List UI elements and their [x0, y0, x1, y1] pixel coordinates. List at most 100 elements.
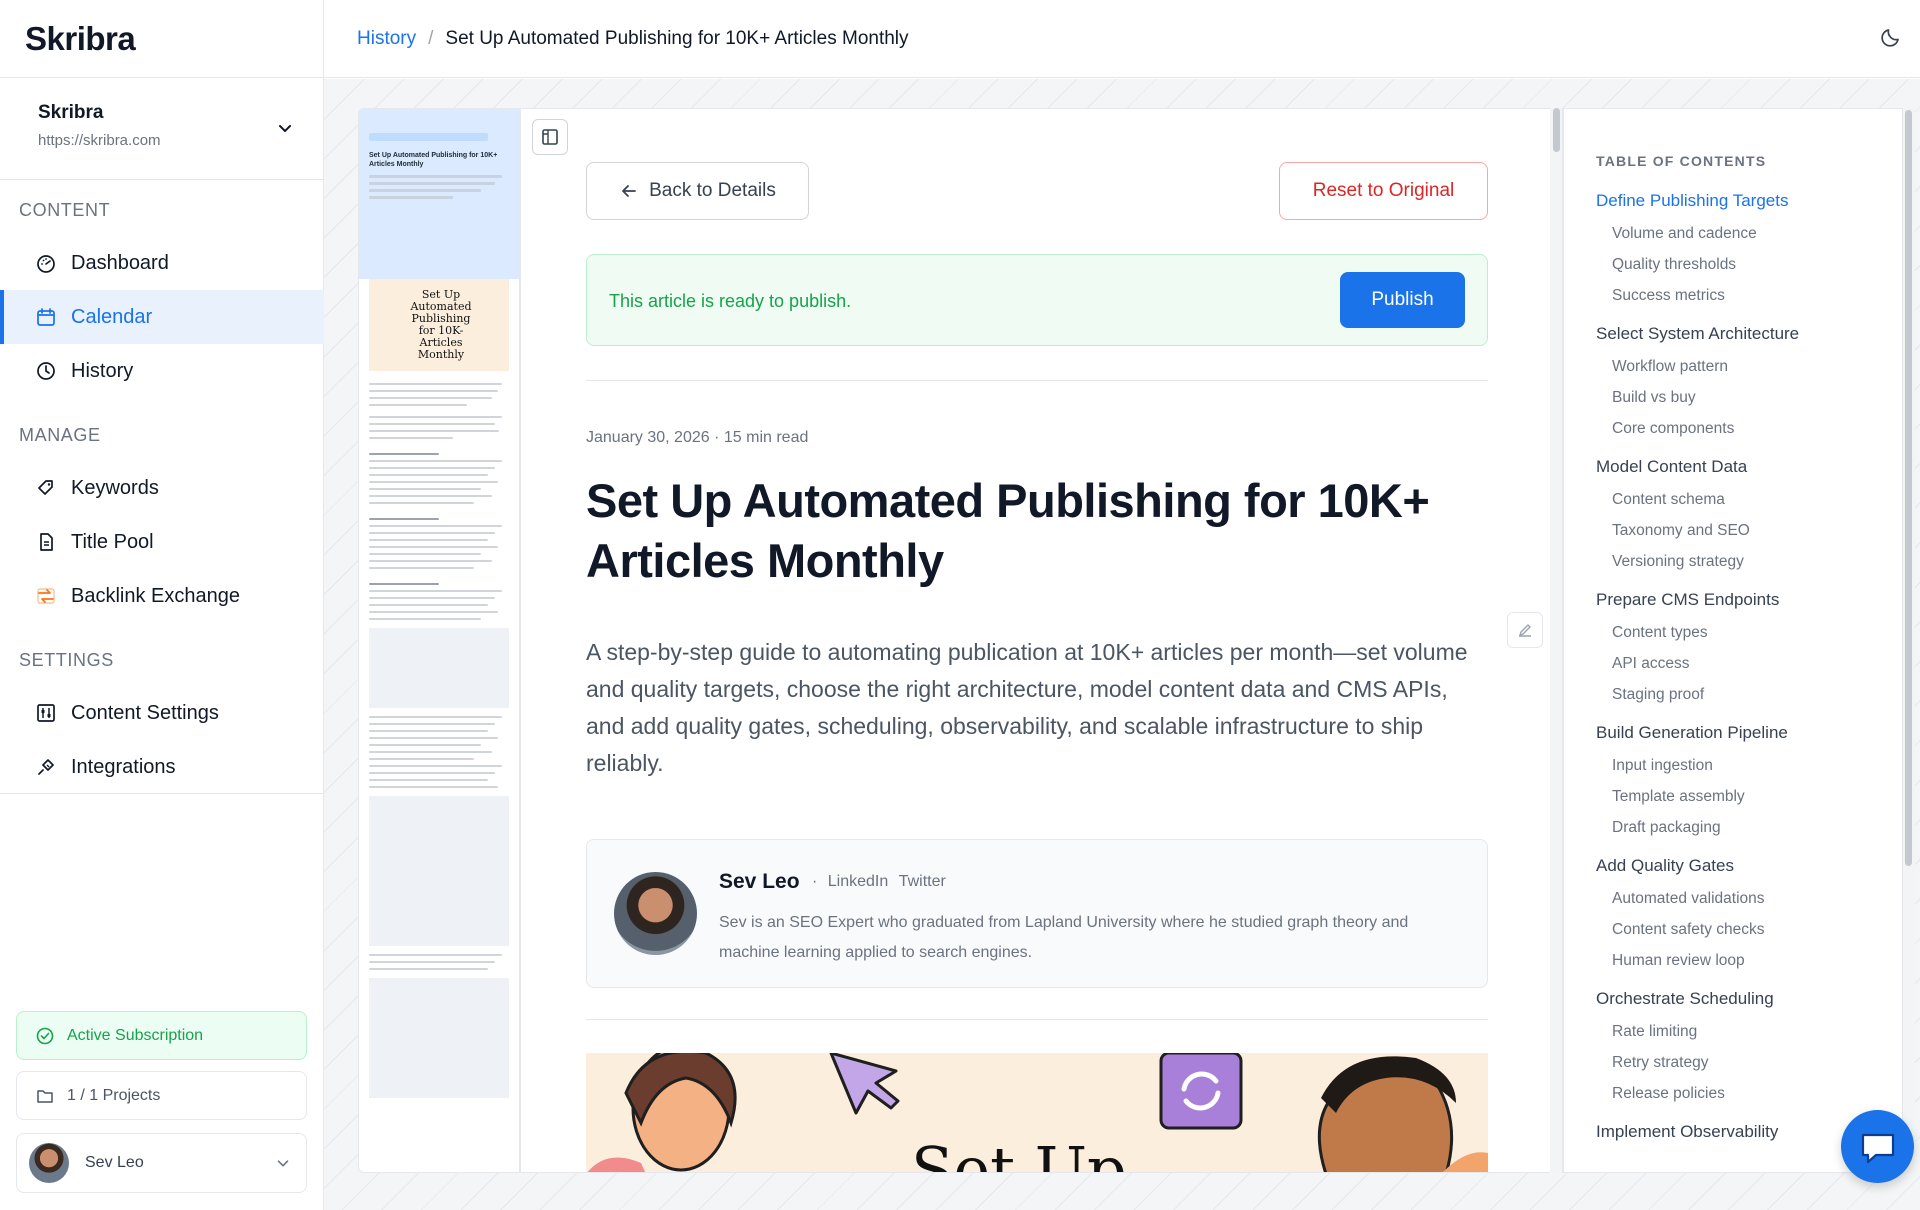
breadcrumb-current: Set Up Automated Publishing for 10K+ Art…: [445, 27, 909, 49]
article-scrollbar-track[interactable]: [1550, 108, 1562, 1173]
back-to-details-button[interactable]: Back to Details: [586, 162, 809, 220]
subscription-status: Active Subscription: [16, 1011, 307, 1060]
sidebar-item-label: Keywords: [71, 476, 159, 499]
sidebar-item-integrations[interactable]: Integrations: [0, 740, 324, 794]
toc-subitem[interactable]: Automated validations: [1596, 883, 1886, 914]
toc-subitem[interactable]: Human review loop: [1596, 945, 1886, 976]
folder-icon: [35, 1086, 55, 1106]
user-menu[interactable]: Sev Leo: [16, 1133, 307, 1193]
sidebar-item-backlink-exchange[interactable]: Backlink Exchange: [0, 569, 324, 623]
toc-subitem[interactable]: Content schema: [1596, 484, 1886, 515]
tag-icon: [35, 477, 57, 499]
toc-subitem[interactable]: Template assembly: [1596, 781, 1886, 812]
sidebar-item-dashboard[interactable]: Dashboard: [0, 236, 324, 290]
plug-icon: [35, 756, 57, 778]
toc-item-orchestrate-scheduling[interactable]: Orchestrate Scheduling: [1596, 989, 1886, 1016]
toc-item-prepare-cms-endpoints[interactable]: Prepare CMS Endpoints: [1596, 590, 1886, 617]
divider: [586, 1019, 1488, 1020]
toc-subitem[interactable]: Input ingestion: [1596, 750, 1886, 781]
moon-icon[interactable]: [1878, 24, 1904, 50]
toc-subitem[interactable]: Success metrics: [1596, 280, 1886, 311]
article-lede[interactable]: A step-by-step guide to automating publi…: [586, 634, 1488, 782]
back-label: Back to Details: [649, 180, 776, 201]
thumbnail-body: [359, 371, 519, 1118]
top-bar: History / Set Up Automated Publishing for …: [324, 0, 1920, 78]
sliders-icon: [35, 702, 57, 724]
calendar-icon: [35, 306, 57, 328]
ready-to-publish-banner: This article is ready to publish. Publis…: [586, 254, 1488, 346]
sidebar-item-label: History: [71, 359, 134, 382]
toc-subitem[interactable]: Draft packaging: [1596, 812, 1886, 843]
linkedin-link[interactable]: LinkedIn: [828, 873, 889, 890]
app-logo[interactable]: Skribra: [0, 0, 323, 78]
chat-icon: [1861, 1133, 1894, 1163]
thumbnail-title: Set Up Automated Publishing for 10K+ Art…: [369, 152, 498, 168]
toc-subitem[interactable]: Content safety checks: [1596, 914, 1886, 945]
toc-subitem[interactable]: Versioning strategy: [1596, 546, 1886, 577]
table-of-contents: TABLE OF CONTENTS Define Publishing Targ…: [1563, 108, 1903, 1173]
link-separator: ·: [812, 873, 818, 890]
sidebar-item-title-pool[interactable]: Title Pool: [0, 515, 324, 569]
toc-item-define-publishing-targets[interactable]: Define Publishing Targets: [1596, 191, 1886, 218]
site-switcher[interactable]: Skribra https://skribra.com: [0, 78, 323, 180]
toc-subitem[interactable]: Taxonomy and SEO: [1596, 515, 1886, 546]
sidebar: Skribra Skribra https://skribra.com CONT…: [0, 0, 324, 1210]
toc-subitem[interactable]: Content types: [1596, 617, 1886, 648]
section-label-settings: SETTINGS: [19, 650, 114, 670]
reset-to-original-button[interactable]: Reset to Original: [1279, 162, 1488, 220]
sidebar-item-label: Title Pool: [71, 530, 154, 553]
toc-item-select-system-architecture[interactable]: Select System Architecture: [1596, 324, 1886, 351]
sidebar-item-keywords[interactable]: Keywords: [0, 461, 324, 515]
sidebar-item-history[interactable]: History: [0, 344, 324, 398]
article-hero-image: Set Up: [586, 1053, 1488, 1172]
toc-item-build-generation-pipeline[interactable]: Build Generation Pipeline: [1596, 723, 1886, 750]
toc-subitem[interactable]: API access: [1596, 648, 1886, 679]
breadcrumb: History / Set Up Automated Publishing for …: [357, 28, 909, 50]
breadcrumb-separator: /: [428, 27, 434, 49]
section-label-manage: MANAGE: [19, 425, 101, 445]
toc-scrollbar-thumb[interactable]: [1905, 110, 1912, 866]
gauge-icon: [35, 252, 57, 274]
author-card: Sev Leo · LinkedIn Twitter Sev is an SEO…: [586, 839, 1488, 988]
sidebar-item-content-settings[interactable]: Content Settings: [0, 686, 324, 740]
toc-subitem[interactable]: Core components: [1596, 413, 1886, 444]
avatar: [29, 1143, 69, 1183]
chat-button[interactable]: [1841, 1110, 1914, 1183]
thumbnail-hero-image: Set Up Automated Publishing for 10K-Arti…: [369, 279, 509, 371]
toggle-preview-button[interactable]: [532, 119, 568, 155]
article-scrollbar-thumb[interactable]: [1553, 108, 1560, 152]
author-bio: Sev is an SEO Expert who graduated from …: [719, 914, 1409, 961]
thumbnail-bar: [369, 133, 488, 141]
article-thumbnail-preview[interactable]: Set Up Automated Publishing for 10K+ Art…: [358, 108, 520, 1173]
toc-subitem[interactable]: Quality thresholds: [1596, 249, 1886, 280]
toc-subitem[interactable]: Staging proof: [1596, 679, 1886, 710]
breadcrumb-history-link[interactable]: History: [357, 28, 416, 49]
edit-section-button[interactable]: [1507, 612, 1543, 648]
toc-subitem[interactable]: Retry strategy: [1596, 1047, 1886, 1078]
sidebar-item-label: Dashboard: [71, 251, 169, 274]
section-label-content: CONTENT: [19, 200, 111, 220]
article-editor: Back to Details Reset to Original This a…: [520, 108, 1563, 1173]
arrow-left-icon: [619, 181, 639, 201]
subscription-label: Active Subscription: [67, 1026, 204, 1044]
sidebar-item-calendar[interactable]: Calendar: [0, 290, 324, 344]
toc-subitem[interactable]: Release policies: [1596, 1078, 1886, 1109]
projects-label: 1 / 1 Projects: [67, 1086, 161, 1104]
toc-subitem[interactable]: Build vs buy: [1596, 382, 1886, 413]
exchange-icon: [35, 585, 57, 607]
sidebar-item-label: Integrations: [71, 755, 176, 778]
toc-item-add-quality-gates[interactable]: Add Quality Gates: [1596, 856, 1886, 883]
toc-subitem[interactable]: Volume and cadence: [1596, 218, 1886, 249]
publish-button[interactable]: Publish: [1340, 272, 1465, 328]
chevron-down-icon: [277, 1160, 289, 1167]
projects-count[interactable]: 1 / 1 Projects: [16, 1071, 307, 1120]
toc-item-model-content-data[interactable]: Model Content Data: [1596, 457, 1886, 484]
site-name: Skribra: [38, 102, 104, 123]
toc-subitem[interactable]: Workflow pattern: [1596, 351, 1886, 382]
chevron-down-icon: [279, 125, 291, 132]
toc-subitem[interactable]: Rate limiting: [1596, 1016, 1886, 1047]
toc-heading: TABLE OF CONTENTS: [1596, 153, 1767, 169]
twitter-link[interactable]: Twitter: [899, 873, 946, 890]
article-title[interactable]: Set Up Automated Publishing for 10K+ Art…: [586, 471, 1488, 591]
clock-icon: [35, 360, 57, 382]
